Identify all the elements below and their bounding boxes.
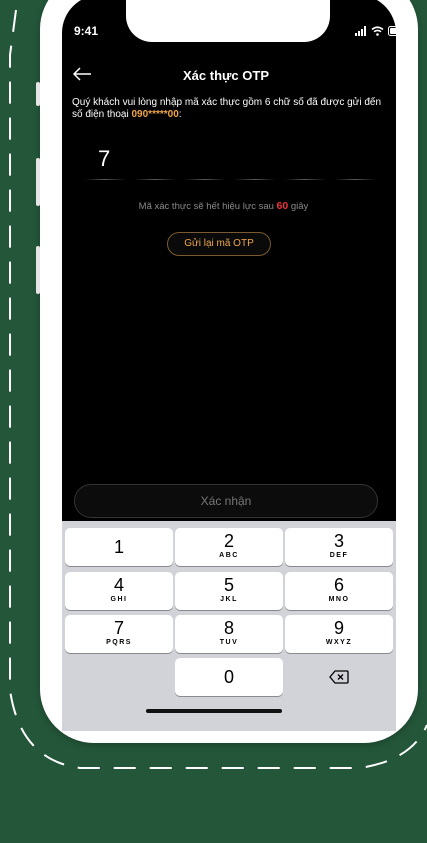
- instruction-suffix: :: [178, 109, 182, 120]
- otp-digit-2[interactable]: [130, 142, 180, 182]
- key-letters: ABC: [219, 552, 239, 559]
- key-digit: 0: [223, 667, 234, 687]
- key-5[interactable]: 5 JKL: [175, 572, 283, 610]
- otp-digit-1[interactable]: 7: [80, 142, 130, 182]
- key-letters: TUV: [219, 639, 239, 646]
- key-digit: 8: [223, 618, 234, 638]
- confirm-button[interactable]: Xác nhận: [74, 484, 378, 518]
- status-time: 9:41: [74, 24, 99, 38]
- key-letters: MNO: [328, 596, 350, 603]
- otp-digit-3[interactable]: [180, 142, 230, 182]
- wifi-icon: [371, 26, 384, 36]
- key-digit: 2: [223, 531, 234, 551]
- otp-digit-6[interactable]: [330, 142, 380, 182]
- key-6[interactable]: 6 MNO: [285, 572, 393, 610]
- phone-volume-up-button: [36, 158, 40, 206]
- masked-phone-number: 090*****00: [131, 109, 179, 120]
- key-letters: DEF: [329, 552, 349, 559]
- otp-digit-4[interactable]: [230, 142, 280, 182]
- page-title: Xác thực OTP: [183, 68, 269, 83]
- phone-side-button: [36, 82, 40, 106]
- otp-digit-5[interactable]: [280, 142, 330, 182]
- key-letters: PQRS: [106, 639, 132, 646]
- key-digit: 7: [113, 618, 124, 638]
- validity-suffix: giây: [288, 201, 309, 212]
- resend-otp-button[interactable]: Gửi lại mã OTP: [167, 232, 271, 256]
- countdown-seconds: 60: [276, 200, 289, 212]
- battery-icon: [388, 26, 407, 36]
- numeric-keypad: 1 2 ABC 3 DEF 4 GHI 5 JKL 6 MNO 7 PQRS 8 TUV 9W…: [62, 521, 396, 731]
- key-digit: 5: [223, 575, 234, 595]
- key-4[interactable]: 4 GHI: [65, 572, 173, 610]
- key-3[interactable]: 3 DEF: [285, 528, 393, 566]
- key-digit: 1: [113, 537, 124, 557]
- signal-icon: [355, 26, 366, 36]
- home-indicator: [146, 709, 282, 713]
- key-digit: 9: [333, 618, 344, 638]
- key-digit: 4: [113, 575, 124, 595]
- otp-input[interactable]: 7: [80, 142, 380, 182]
- instruction-text: Quý khách vui lòng nhập mã xác thực gồm …: [72, 97, 382, 120]
- key-letters: JKL: [220, 596, 238, 603]
- key-digit: 3: [333, 531, 344, 551]
- otp-digit-value: 7: [98, 146, 111, 171]
- key-8[interactable]: 8 TUV: [175, 615, 283, 653]
- key-9[interactable]: 9 WXYZ: [285, 615, 393, 653]
- key-letters: WXYZ: [325, 639, 353, 646]
- otp-instruction: Quý khách vui lòng nhập mã xác thực gồm …: [72, 97, 384, 121]
- key-7[interactable]: 7 PQRS: [65, 615, 173, 653]
- phone-volume-down-button: [36, 246, 40, 294]
- backspace-icon: [329, 670, 349, 684]
- otp-validity-text: Mã xác thực sẽ hết hiệu lực sau 60 giây: [0, 200, 427, 212]
- status-icons: [355, 25, 408, 36]
- key-0[interactable]: 0: [175, 658, 283, 696]
- key-digit: 6: [333, 575, 344, 595]
- key-letters: GHI: [110, 596, 128, 603]
- key-1[interactable]: 1: [65, 528, 173, 566]
- delete-key[interactable]: [285, 658, 393, 696]
- validity-prefix: Mã xác thực sẽ hết hiệu lực sau: [138, 201, 277, 212]
- phone-notch: [126, 0, 330, 42]
- key-2[interactable]: 2 ABC: [175, 528, 283, 566]
